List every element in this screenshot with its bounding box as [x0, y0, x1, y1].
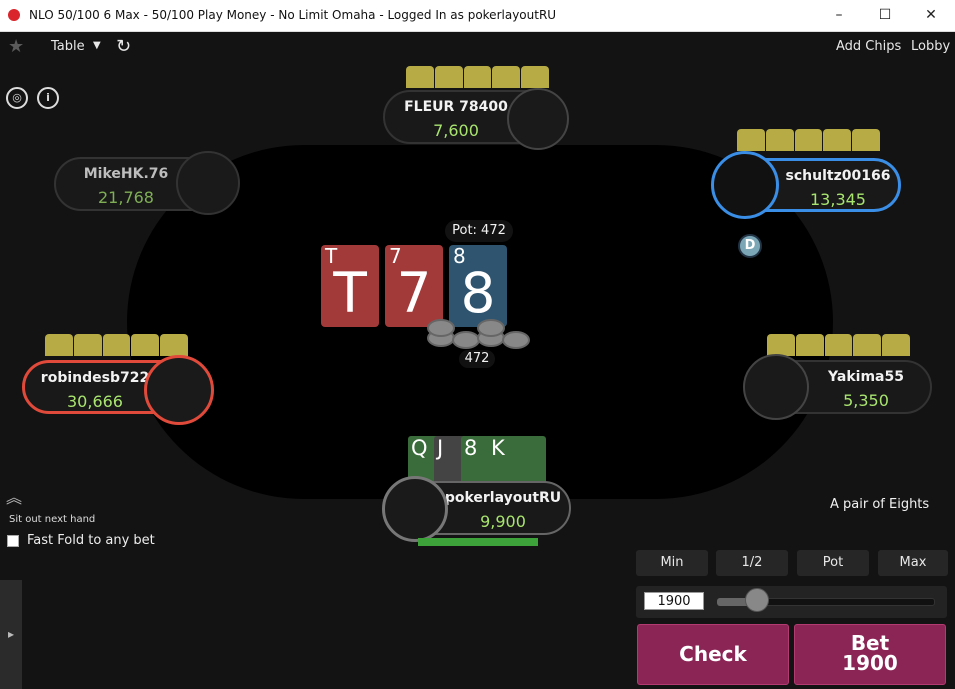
add-chips-link[interactable]: Add Chips [836, 39, 901, 54]
card-rank: K [491, 436, 505, 460]
avatar [176, 151, 240, 215]
board-card-2: 7 7 [385, 244, 443, 327]
star-icon[interactable]: ★ [8, 36, 24, 57]
chevron-up-icon[interactable]: ︽ [6, 484, 22, 508]
avatar [743, 354, 809, 420]
card-rank: Q [411, 436, 428, 460]
refresh-icon[interactable]: ↻ [116, 36, 131, 57]
close-button[interactable]: ✕ [908, 0, 954, 31]
bet-slider-thumb[interactable] [745, 588, 769, 612]
check-button[interactable]: Check [637, 624, 789, 685]
fast-fold-label[interactable]: Fast Fold to any bet [27, 533, 155, 548]
minimize-button[interactable]: – [816, 0, 862, 31]
title-bar: NLO 50/100 6 Max - 50/100 Play Money - N… [0, 0, 955, 32]
player-stack: 7,600 [433, 121, 479, 140]
avatar [507, 88, 569, 150]
bet-half-pot-button[interactable]: 1/2 [716, 550, 788, 576]
chevron-down-icon[interactable]: ▼ [93, 40, 101, 51]
pot-label: Pot: 472 [445, 220, 513, 242]
avatar [711, 151, 779, 219]
hole-cards-back [767, 334, 911, 356]
lobby-link[interactable]: Lobby [911, 39, 950, 54]
hole-cards-back [45, 334, 189, 356]
pot-chips-amount: 472 [459, 350, 495, 368]
card-rank: 8 [464, 436, 478, 460]
hole-cards-back [737, 129, 881, 151]
player-stack: 13,345 [810, 190, 866, 209]
target-icon[interactable]: ◎ [6, 87, 28, 109]
window-title: NLO 50/100 6 Max - 50/100 Play Money - N… [29, 8, 557, 22]
sit-out-label[interactable]: Sit out next hand [9, 514, 95, 525]
pot-chips [425, 317, 530, 351]
bet-button[interactable]: Bet 1900 [794, 624, 946, 685]
table-menu[interactable]: Table [51, 39, 85, 54]
player-stack: 9,900 [480, 512, 526, 531]
card-rank-large: T [333, 261, 367, 325]
bet-label: Bet [850, 631, 890, 655]
info-icon[interactable]: i [37, 87, 59, 109]
player-name: robindesb722 [40, 370, 150, 386]
bet-amount-input[interactable]: 1900 [644, 592, 704, 610]
player-stack: 21,768 [98, 188, 154, 207]
player-name: MikeHK.76 [83, 166, 169, 182]
player-name: pokerlayoutRU [444, 490, 562, 506]
bet-amount-label: 1900 [842, 651, 898, 675]
hand-rank-text: A pair of Eights [830, 497, 930, 512]
board-card-3: 8 8 [449, 244, 507, 327]
player-stack: 5,350 [843, 391, 889, 410]
player-name: FLEUR 78400 [404, 99, 508, 115]
bet-max-button[interactable]: Max [878, 550, 948, 576]
avatar [382, 476, 448, 542]
bet-min-button[interactable]: Min [636, 550, 708, 576]
maximize-button[interactable]: ☐ [862, 0, 908, 31]
side-panel-tab[interactable]: ▸ [0, 580, 22, 689]
card-rank-large: 7 [396, 261, 432, 325]
app-icon [8, 9, 20, 21]
card-rank: J [437, 436, 444, 460]
check-label: Check [679, 642, 747, 666]
bet-pot-button[interactable]: Pot [797, 550, 869, 576]
hole-cards-back [406, 66, 550, 88]
time-bar [418, 538, 538, 546]
dealer-button: D [738, 234, 762, 258]
player-name: Yakima55 [828, 369, 904, 385]
board-card-1: T T [321, 244, 379, 327]
fast-fold-checkbox[interactable] [7, 535, 19, 547]
player-name: schultz00166 [785, 168, 891, 184]
avatar [144, 355, 214, 425]
card-rank-large: 8 [460, 261, 496, 325]
player-stack: 30,666 [67, 392, 123, 411]
